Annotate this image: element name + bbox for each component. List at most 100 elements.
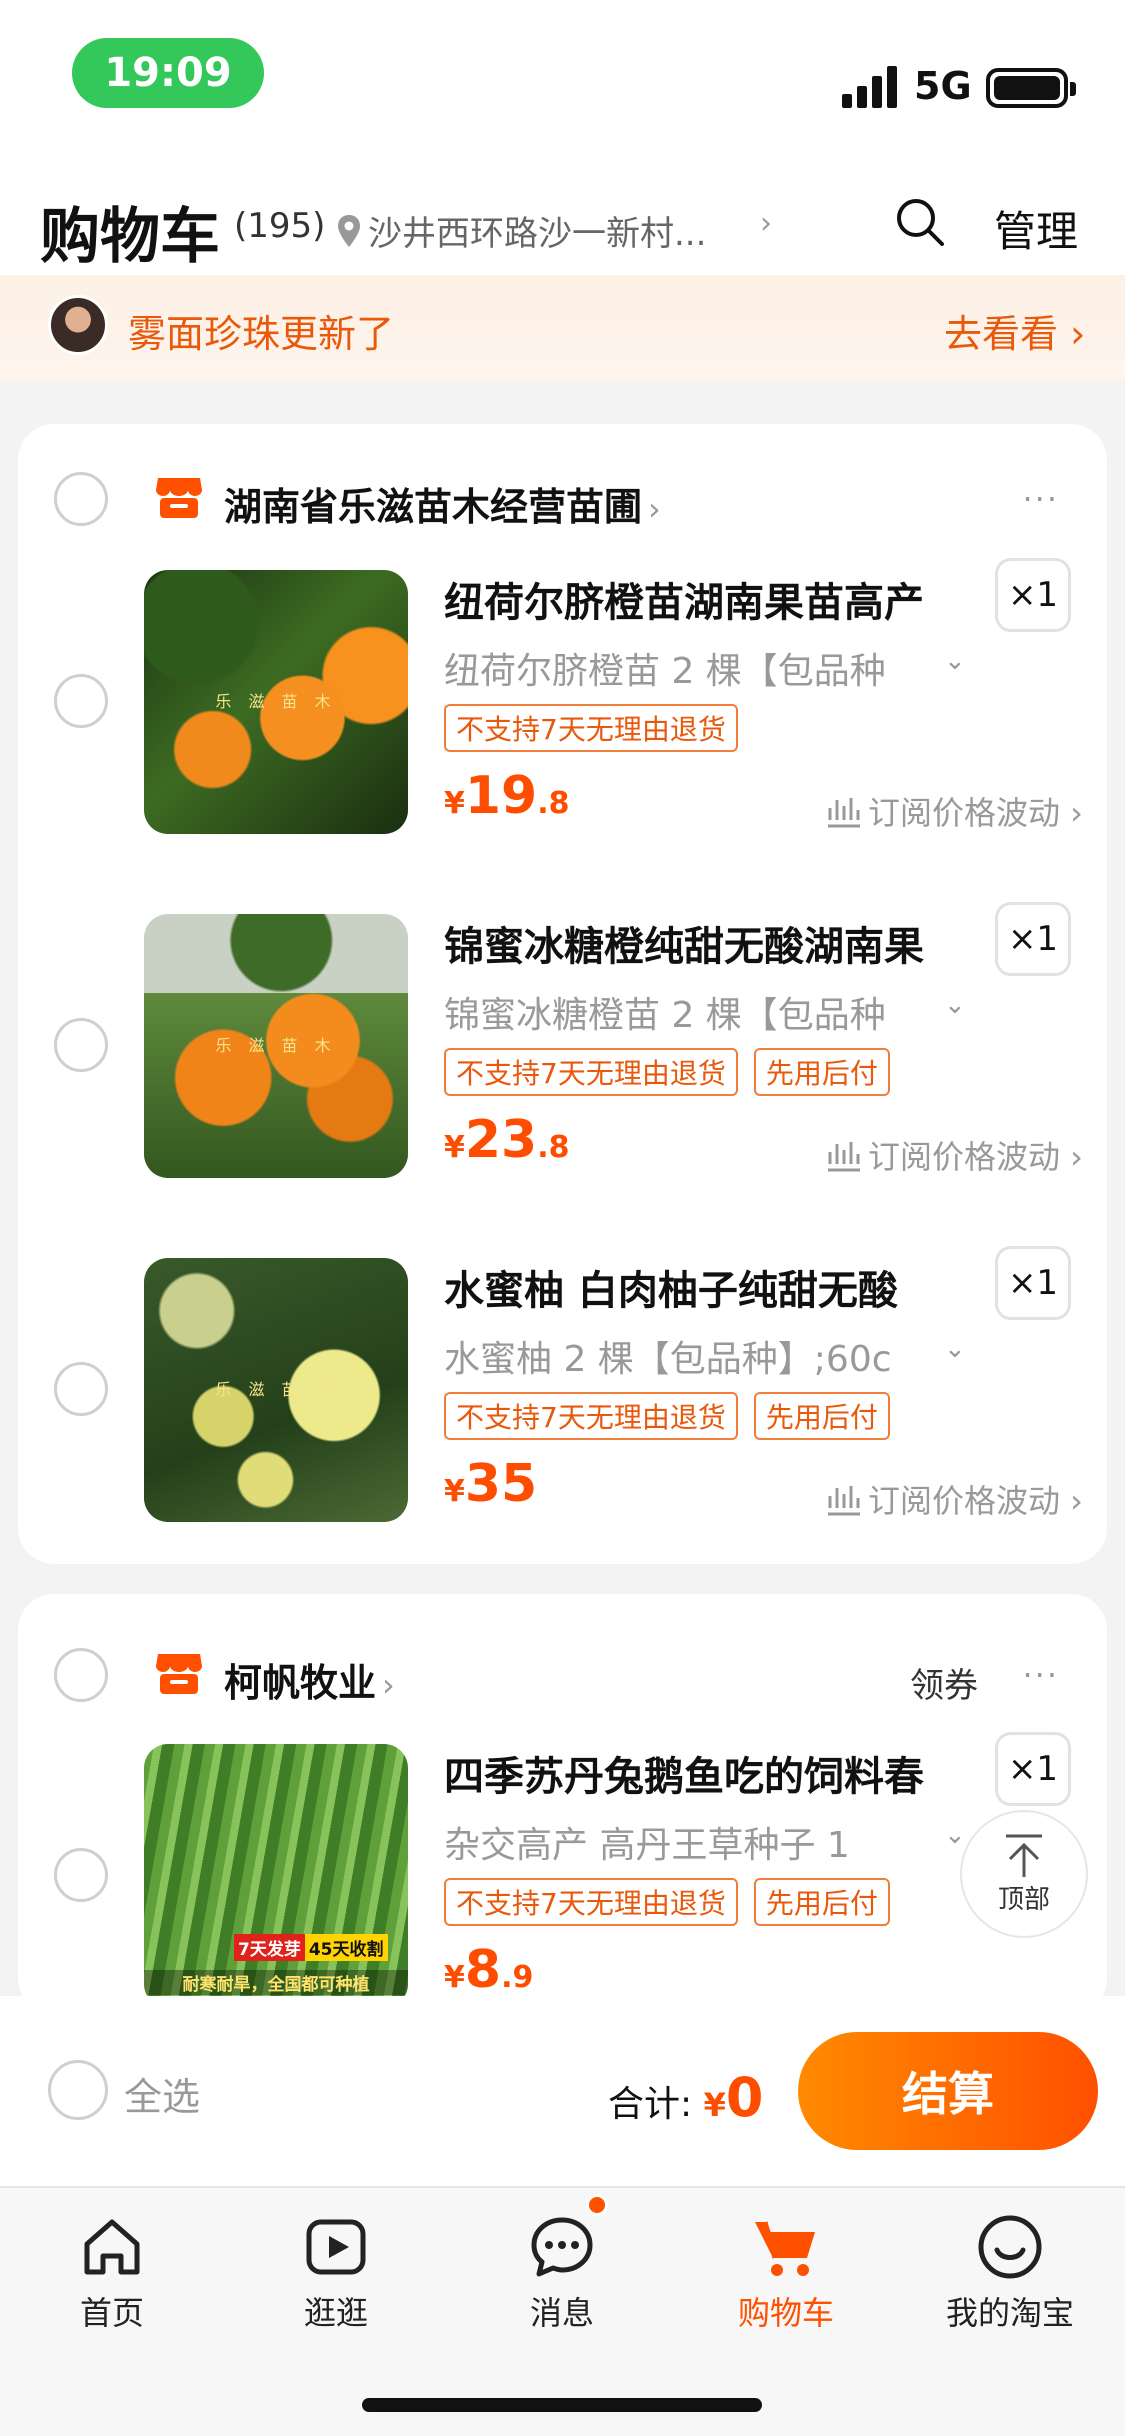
item-price: ¥8.9 <box>444 1940 534 2000</box>
play-icon <box>306 2219 366 2275</box>
quantity-button[interactable]: ×1 <box>995 1246 1071 1320</box>
store-icon <box>156 478 202 518</box>
item-title: 纽荷尔脐橙苗湖南果苗高产 <box>444 580 924 626</box>
home-indicator <box>362 2398 762 2412</box>
item-spec[interactable]: 水蜜柚 2 棵【包品种】;60c <box>444 1330 964 1382</box>
quantity-button[interactable]: ×1 <box>995 1732 1071 1806</box>
shop-card: 湖南省乐滋苗木经营苗圃 › ··· 乐 滋 苗 木 纽荷尔脐橙苗湖南果苗高产 ×1… <box>18 424 1107 1564</box>
shop-name[interactable]: 湖南省乐滋苗木经营苗圃 › <box>224 476 661 531</box>
cart-item[interactable]: 乐 滋 苗 木 锦蜜冰糖橙纯甜无酸湖南果 ×1 锦蜜冰糖橙苗 2 棵【包品种 ⌄… <box>18 902 1107 1204</box>
no-return-tag: 不支持7天无理由退货 <box>444 1048 738 1096</box>
item-price: ¥19.8 <box>444 766 570 826</box>
quantity-button[interactable]: ×1 <box>995 902 1071 976</box>
item-spec[interactable]: 纽荷尔脐橙苗 2 棵【包品种 <box>444 642 964 694</box>
get-coupon-button[interactable]: 领券 <box>910 1658 978 1707</box>
notice-text: 雾面珍珠更新了 <box>128 312 395 356</box>
product-image[interactable]: 7天发芽 45天收割 耐寒耐旱，全国都可种植 <box>144 1744 408 2008</box>
price-watch-link[interactable]: 订阅价格波动 › <box>826 1476 1083 1522</box>
update-notice-banner[interactable]: 雾面珍珠更新了 去看看 › <box>0 275 1125 381</box>
delivery-location[interactable]: 沙井西环路沙一新村... <box>336 206 706 255</box>
product-badges: 7天发芽 45天收割 <box>234 1934 388 1961</box>
cart-item[interactable]: 7天发芽 45天收割 耐寒耐旱，全国都可种植 四季苏丹兔鹅鱼吃的饲料春 ×1 杂… <box>18 1732 1107 2034</box>
select-all-checkbox[interactable] <box>48 2060 108 2120</box>
quantity-button[interactable]: ×1 <box>995 558 1071 632</box>
item-select-checkbox[interactable] <box>54 1018 108 1072</box>
product-caption: 耐寒耐旱，全国都可种植 <box>144 1970 408 1995</box>
network-type: 5G <box>914 64 972 108</box>
pay-later-tag: 先用后付 <box>753 1048 890 1096</box>
price-trend-icon <box>828 1142 860 1172</box>
item-tags: 不支持7天无理由退货 <box>444 704 738 752</box>
product-image[interactable]: 乐 滋 苗 木 <box>144 570 408 834</box>
select-all-label[interactable]: 全选 <box>124 2066 200 2121</box>
smile-icon <box>978 2215 1042 2279</box>
tab-browse[interactable]: 逛逛 <box>256 2212 416 2334</box>
chevron-right-icon: › <box>382 1666 395 1704</box>
signal-icon <box>842 66 897 108</box>
chevron-down-icon[interactable]: ⌄ <box>944 1334 966 1364</box>
more-options-icon[interactable]: ··· <box>1022 480 1059 518</box>
search-icon[interactable] <box>894 196 946 248</box>
image-watermark: 乐 滋 苗 木 <box>215 1380 337 1399</box>
price-trend-icon <box>828 1486 860 1516</box>
product-image[interactable]: 乐 滋 苗 木 <box>144 914 408 1178</box>
notification-dot <box>586 2194 608 2216</box>
price-watch-link[interactable]: 订阅价格波动 › <box>826 788 1083 834</box>
pay-later-tag: 先用后付 <box>753 1878 890 1926</box>
item-select-checkbox[interactable] <box>54 1848 108 1902</box>
price-trend-icon <box>828 798 860 828</box>
chat-icon <box>531 2217 593 2277</box>
item-tags: 不支持7天无理由退货 先用后付 <box>444 1048 890 1096</box>
checkout-bar: 全选 合计: ¥0 结算 <box>0 1996 1125 2186</box>
total-price: 合计: ¥0 <box>608 2066 764 2129</box>
shop-select-checkbox[interactable] <box>54 472 108 526</box>
shop-header: 湖南省乐滋苗木经营苗圃 › ··· <box>18 464 1107 534</box>
shop-header: 柯帆牧业 › 领券 ··· <box>18 1640 1107 1710</box>
item-price: ¥35 <box>444 1454 538 1514</box>
cart-item[interactable]: 乐 滋 苗 木 纽荷尔脐橙苗湖南果苗高产 ×1 纽荷尔脐橙苗 2 棵【包品种 ⌄… <box>18 558 1107 860</box>
home-icon <box>84 2219 140 2275</box>
cart-count: (195) <box>234 206 326 246</box>
avatar <box>48 295 108 355</box>
chevron-right-icon: › <box>760 206 772 241</box>
status-time: 19:09 <box>72 38 264 108</box>
cart-icon <box>755 2221 815 2276</box>
more-options-icon[interactable]: ··· <box>1022 1656 1059 1694</box>
tab-my-taobao[interactable]: 我的淘宝 <box>930 2212 1090 2334</box>
chevron-down-icon[interactable]: ⌄ <box>944 1820 966 1850</box>
arrow-up-icon <box>1006 1834 1042 1877</box>
cart-item[interactable]: 乐 滋 苗 木 水蜜柚 白肉柚子纯甜无酸 ×1 水蜜柚 2 棵【包品种】;60c… <box>18 1246 1107 1548</box>
chevron-down-icon[interactable]: ⌄ <box>944 646 966 676</box>
pay-later-tag: 先用后付 <box>753 1392 890 1440</box>
item-spec[interactable]: 锦蜜冰糖橙苗 2 棵【包品种 <box>444 986 964 1038</box>
shop-name[interactable]: 柯帆牧业 › <box>224 1652 395 1707</box>
notice-view-link[interactable]: 去看看 › <box>944 303 1085 358</box>
battery-icon <box>986 68 1076 108</box>
chevron-right-icon: › <box>648 490 661 528</box>
cart-header: 购物车 (195) 沙井西环路沙一新村... › 管理 <box>0 150 1125 275</box>
checkout-button[interactable]: 结算 <box>798 2032 1098 2150</box>
chevron-down-icon[interactable]: ⌄ <box>944 990 966 1020</box>
item-tags: 不支持7天无理由退货 先用后付 <box>444 1878 890 1926</box>
price-watch-link[interactable]: 订阅价格波动 › <box>826 1132 1083 1178</box>
manage-button[interactable]: 管理 <box>994 198 1078 259</box>
tab-home[interactable]: 首页 <box>32 2212 192 2334</box>
product-image[interactable]: 乐 滋 苗 木 <box>144 1258 408 1522</box>
tab-cart[interactable]: 购物车 <box>706 2212 866 2334</box>
item-spec[interactable]: 杂交高产 高丹王草种子 1 <box>444 1816 964 1868</box>
store-icon <box>156 1654 202 1694</box>
item-title: 水蜜柚 白肉柚子纯甜无酸 <box>444 1268 898 1314</box>
shop-select-checkbox[interactable] <box>54 1648 108 1702</box>
back-to-top-button[interactable]: 顶部 <box>960 1810 1088 1938</box>
item-price: ¥23.8 <box>444 1110 570 1170</box>
image-watermark: 乐 滋 苗 木 <box>215 1036 337 1055</box>
sprout-badge: 7天发芽 <box>234 1934 305 1961</box>
no-return-tag: 不支持7天无理由退货 <box>444 1392 738 1440</box>
item-select-checkbox[interactable] <box>54 1362 108 1416</box>
item-select-checkbox[interactable] <box>54 674 108 728</box>
back-to-top-label: 顶部 <box>997 1884 1050 1915</box>
status-bar: 19:09 5G <box>0 0 1125 150</box>
image-watermark: 乐 滋 苗 木 <box>215 692 337 711</box>
tab-messages[interactable]: 消息 <box>482 2212 642 2334</box>
shop-card: 柯帆牧业 › 领券 ··· 7天发芽 45天收割 耐寒耐旱，全国都可种植 四季苏丹… <box>18 1594 1107 2014</box>
